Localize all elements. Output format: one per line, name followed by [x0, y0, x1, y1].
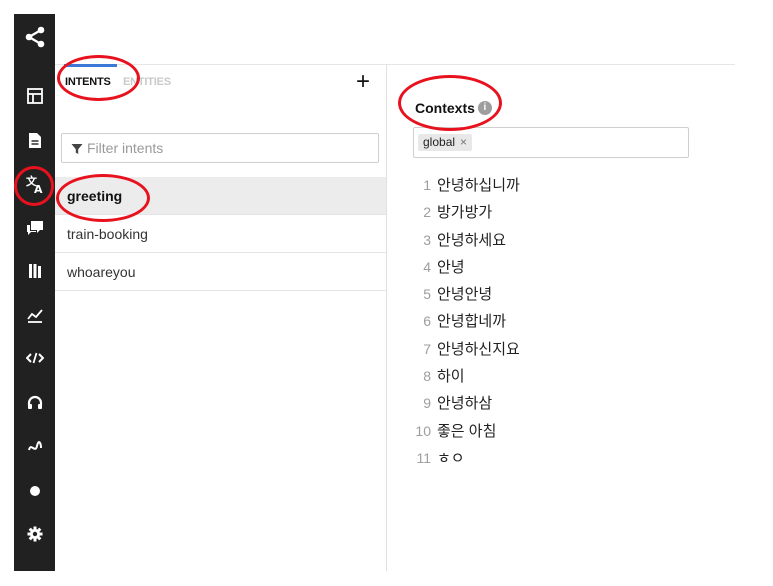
- line-number: 5: [423, 286, 431, 303]
- active-tab-indicator: [64, 64, 117, 67]
- chart-icon[interactable]: [14, 300, 55, 330]
- info-icon[interactable]: i: [477, 101, 492, 115]
- line-number: 6: [423, 313, 431, 330]
- utterance-text: 좋은 아침: [437, 422, 497, 440]
- context-chip: global ×: [418, 134, 473, 151]
- filter-intents-input[interactable]: [87, 135, 372, 161]
- utterance-text: 안녕하세요: [437, 231, 507, 249]
- utterance-text: 안녕하삼: [437, 395, 493, 413]
- line-number: 2: [423, 204, 431, 221]
- svg-text:A: A: [34, 183, 43, 194]
- intent-item-train-booking[interactable]: train-booking: [55, 215, 386, 253]
- utterance-line[interactable]: 8 하이: [415, 363, 520, 390]
- contexts-heading: Contexts i: [415, 100, 492, 116]
- tab-intents[interactable]: INTENTS: [65, 76, 111, 88]
- chip-remove-icon[interactable]: ×: [460, 135, 467, 149]
- contexts-input[interactable]: global ×: [413, 127, 689, 158]
- line-number: 10: [415, 422, 431, 439]
- contexts-label: Contexts: [415, 100, 475, 116]
- line-number: 1: [423, 177, 431, 193]
- utterance-line[interactable]: 10 좋은 아침: [415, 418, 520, 445]
- utterance-line[interactable]: 3 안녕하세요: [415, 227, 520, 254]
- line-number: 3: [423, 231, 431, 248]
- line-number: 7: [423, 340, 431, 357]
- line-number: 4: [423, 258, 431, 275]
- filter-icon: [71, 144, 83, 154]
- intent-item-greeting[interactable]: greeting: [55, 177, 386, 215]
- utterance-line[interactable]: 4 안녕: [415, 254, 520, 281]
- library-icon[interactable]: [14, 256, 55, 286]
- utterance-text: 안녕: [437, 258, 465, 276]
- context-chip-label: global: [423, 135, 456, 149]
- utterance-text: 안녕안녕: [437, 286, 493, 304]
- intent-list: greeting train-booking whoareyou: [55, 177, 386, 291]
- share-icon[interactable]: [14, 22, 55, 52]
- utterance-text: 안녕합네까: [437, 313, 507, 331]
- line-number: 11: [416, 449, 431, 466]
- document-icon[interactable]: [14, 125, 55, 155]
- intent-item-whoareyou[interactable]: whoareyou: [55, 253, 386, 291]
- sidebar: 文A: [14, 14, 55, 571]
- filter-intents-field: [61, 133, 379, 163]
- utterance-text: 방가방가: [437, 204, 493, 222]
- utterance-line[interactable]: 7 안녕하신지요: [415, 336, 520, 363]
- utterance-line[interactable]: 9 안녕하삼: [415, 390, 520, 417]
- utterance-text: ㅎㅇ: [437, 449, 465, 467]
- gear-icon[interactable]: [14, 519, 55, 549]
- utterance-list: 1 안녕하십니까 2 방가방가 3 안녕하세요 4 안녕 5 안녕안녕 6 안녕합네까 7안…: [415, 172, 520, 472]
- dot-icon[interactable]: [14, 476, 55, 506]
- dashboard-icon[interactable]: [14, 81, 55, 111]
- add-intent-button[interactable]: +: [352, 70, 374, 94]
- utterance-line[interactable]: 6 안녕합네까: [415, 308, 520, 335]
- headset-icon[interactable]: [14, 388, 55, 418]
- route-icon[interactable]: [14, 432, 55, 462]
- tab-entities[interactable]: ENTITIES: [123, 76, 171, 88]
- intents-panel: INTENTS ENTITIES + greeting train-bookin…: [55, 64, 387, 571]
- utterance-text: 안녕하신지요: [437, 340, 520, 358]
- utterance-text: 안녕하십니까: [437, 177, 520, 194]
- translate-icon[interactable]: 文A: [14, 169, 55, 199]
- utterance-text: 하이: [437, 368, 465, 386]
- line-number: 9: [423, 395, 431, 412]
- utterance-line[interactable]: 11 ㅎㅇ: [415, 445, 520, 472]
- code-icon[interactable]: [14, 343, 55, 373]
- utterance-line[interactable]: 1 안녕하십니까: [415, 172, 520, 199]
- line-number: 8: [423, 368, 431, 385]
- feedback-icon[interactable]: [14, 213, 55, 243]
- utterance-line[interactable]: 2 방가방가: [415, 199, 520, 226]
- utterance-line[interactable]: 5 안녕안녕: [415, 281, 520, 308]
